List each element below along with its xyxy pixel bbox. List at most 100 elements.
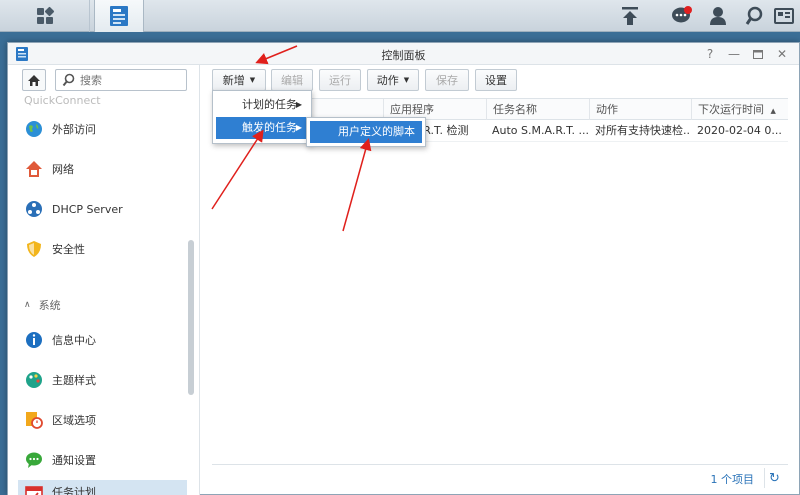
control-panel-icon xyxy=(110,6,128,26)
user-icon xyxy=(710,7,726,25)
user-button[interactable] xyxy=(700,0,736,32)
search-icon xyxy=(745,6,763,25)
sidebar-item-label: 通知设置 xyxy=(52,454,96,467)
home-icon xyxy=(28,74,40,86)
minimize-icon: — xyxy=(728,47,740,61)
control-panel-window: 控制面板 ? — ✕ QuickConnect xyxy=(7,42,800,495)
action-button[interactable]: 动作 ▼ xyxy=(367,69,419,91)
main-menu-button[interactable] xyxy=(0,0,90,32)
menu-item-label: 触发的任务 xyxy=(242,121,297,134)
region-clock-icon xyxy=(24,410,44,430)
search-icon xyxy=(62,73,75,87)
column-header-action[interactable]: 动作 xyxy=(589,99,691,120)
control-panel-taskbar-button[interactable] xyxy=(94,0,144,32)
sidebar-item-label: 网络 xyxy=(52,163,74,176)
menu-item-scheduled-task[interactable]: 计划的任务 ▶ xyxy=(216,94,308,116)
upload-queue-button[interactable] xyxy=(612,0,648,32)
caret-down-icon: ▼ xyxy=(403,76,410,84)
menu-item-label: 计划的任务 xyxy=(242,98,297,111)
sidebar-search[interactable] xyxy=(55,69,187,91)
sidebar-item-label: 外部访问 xyxy=(52,123,96,136)
sidebar-scrollbar[interactable] xyxy=(188,240,194,395)
cell-next-run: 2020-02-04 0... xyxy=(697,124,782,137)
widget-panel-icon xyxy=(774,8,794,24)
globe-icon xyxy=(24,119,44,139)
chat-bubble-icon xyxy=(24,450,44,470)
widgets-button[interactable] xyxy=(766,0,800,32)
menu-item-label: 用户定义的脚本 xyxy=(338,125,415,138)
menu-item-triggered-task[interactable]: 触发的任务 ▶ xyxy=(216,117,308,139)
notifications-button[interactable] xyxy=(664,0,700,32)
column-label: 动作 xyxy=(596,103,618,116)
search-input[interactable] xyxy=(80,72,180,88)
network-house-icon xyxy=(24,159,44,179)
cell-action: 对所有支持快速检... xyxy=(595,124,691,137)
info-icon xyxy=(24,330,44,350)
sidebar-item-theme[interactable]: 主题样式 xyxy=(18,362,187,398)
create-dropdown-menu: 计划的任务 ▶ 触发的任务 ▶ xyxy=(212,90,312,144)
calendar-icon xyxy=(24,484,44,495)
column-header-task-name[interactable]: 任务名称 xyxy=(486,99,589,120)
sidebar-item-info-center[interactable]: 信息中心 xyxy=(18,322,187,358)
settings-button[interactable]: 设置 xyxy=(475,69,517,91)
window-title: 控制面板 xyxy=(381,49,426,62)
settings-button-label: 设置 xyxy=(485,74,507,87)
edit-button-label: 编辑 xyxy=(281,74,303,87)
palette-icon xyxy=(24,370,44,390)
cell-task-name: Auto S.M.A.R.T. ... xyxy=(492,124,589,137)
grid-footer: 1 个项目 ↻ xyxy=(212,464,788,490)
save-button-label: 保存 xyxy=(436,74,458,87)
help-button[interactable]: ? xyxy=(702,46,718,62)
help-icon: ? xyxy=(706,47,714,61)
sidebar-item-label: DHCP Server xyxy=(52,202,123,216)
sidebar-item-security[interactable]: 安全性 xyxy=(18,231,187,267)
sidebar-item-external-access[interactable]: 外部访问 xyxy=(18,111,187,147)
run-button-label: 运行 xyxy=(329,74,351,87)
chevron-right-icon: ▶ xyxy=(295,100,302,109)
close-button[interactable]: ✕ xyxy=(774,46,790,62)
run-button[interactable]: 运行 xyxy=(319,69,361,91)
edit-button[interactable]: 编辑 xyxy=(271,69,313,91)
minimize-button[interactable]: — xyxy=(726,46,742,62)
column-header-next-run[interactable]: 下次运行时间 ▲ xyxy=(691,99,788,120)
upload-icon xyxy=(622,7,638,25)
save-button[interactable]: 保存 xyxy=(425,69,469,91)
home-button[interactable] xyxy=(22,69,46,91)
sidebar-item-network[interactable]: 网络 xyxy=(18,151,187,187)
sidebar-item-dhcp-server[interactable]: DHCP Server xyxy=(18,191,187,227)
item-count: 1 个项目 xyxy=(710,473,755,486)
caret-down-icon: ▼ xyxy=(249,76,256,84)
refresh-icon: ↻ xyxy=(769,470,780,486)
close-icon: ✕ xyxy=(776,47,788,61)
grid-menu-icon xyxy=(36,6,54,24)
menu-item-user-defined-script[interactable]: 用户定义的脚本 xyxy=(310,121,422,143)
window-titlebar[interactable]: 控制面板 ? — ✕ xyxy=(8,43,799,65)
sidebar-item-task-scheduler[interactable]: 任务计划 xyxy=(18,480,187,495)
sidebar-item-notifications[interactable]: 通知设置 xyxy=(18,442,187,478)
sort-ascending-icon: ▲ xyxy=(770,107,776,115)
maximize-button[interactable] xyxy=(750,46,766,62)
sidebar-item-label: 主题样式 xyxy=(52,374,96,387)
sidebar-item-label: 任务计划 xyxy=(52,486,96,495)
column-label: 应用程序 xyxy=(390,103,434,116)
taskbar xyxy=(0,0,800,32)
group-header-label: 系统 xyxy=(38,299,61,312)
dhcp-server-icon xyxy=(24,199,44,219)
sidebar: QuickConnect 外部访问 网络 DHCP Server 安全性 xyxy=(8,65,200,495)
sidebar-item-label: 安全性 xyxy=(52,243,85,256)
chevron-right-icon: ▶ xyxy=(295,123,302,132)
sidebar-item-label: 信息中心 xyxy=(52,334,96,347)
create-button[interactable]: 新增 ▼ xyxy=(212,69,266,91)
refresh-button[interactable]: ↻ xyxy=(764,468,784,488)
sidebar-item-quickconnect[interactable]: QuickConnect xyxy=(18,93,187,107)
column-label: 任务名称 xyxy=(493,103,537,116)
chevron-up-icon: ∧ xyxy=(24,300,31,310)
sidebar-item-regional-options[interactable]: 区域选项 xyxy=(18,402,187,438)
action-button-label: 动作 xyxy=(376,74,399,87)
maximize-icon xyxy=(753,49,763,59)
sidebar-item-label: QuickConnect xyxy=(24,94,101,107)
column-label: 下次运行时间 xyxy=(698,103,764,116)
triggered-task-submenu: 用户定义的脚本 xyxy=(306,117,426,147)
sidebar-item-label: 区域选项 xyxy=(52,414,96,427)
group-header-system[interactable]: ∧ 系统 xyxy=(24,297,61,313)
